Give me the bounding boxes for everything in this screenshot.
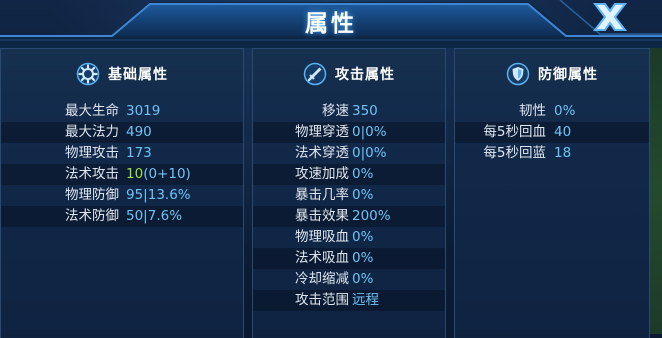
attr-row-physical-lifesteal: 物理吸血 0%: [253, 227, 445, 248]
attack-attributes-header: 攻击属性: [253, 61, 445, 87]
defense-attributes-header: 防御属性: [455, 61, 649, 87]
attr-label: 物理防御: [65, 187, 119, 203]
attr-row-move-speed: 移速 350: [253, 101, 445, 122]
attr-row-magic-attack: 法术攻击 10(0+10): [1, 164, 243, 185]
attr-row-crit-chance: 暴击几率 0%: [253, 185, 445, 206]
attr-value: 0%: [352, 271, 374, 287]
attr-value: 0%: [352, 229, 374, 245]
attr-label: 暴击几率: [295, 187, 349, 203]
attr-value: 0%: [352, 166, 374, 182]
attr-value-bonus: (0+10): [143, 166, 191, 182]
attr-row-attack-speed: 攻速加成 0%: [253, 164, 445, 185]
attr-value: 远程: [352, 292, 379, 308]
attr-label: 暴击效果: [295, 208, 349, 224]
attr-row-magic-lifesteal: 法术吸血 0%: [253, 248, 445, 269]
defense-attributes-list: 韧性 0% 每5秒回血 40 每5秒回蓝 18: [455, 101, 649, 164]
attr-label: 每5秒回蓝: [483, 145, 546, 161]
attr-value: 350: [352, 103, 378, 119]
defense-attributes-title: 防御属性: [538, 67, 598, 83]
attr-value: 0%: [352, 250, 374, 266]
attr-row-mana-regen: 每5秒回蓝 18: [455, 143, 649, 164]
attr-row-max-mana: 最大法力 490: [1, 122, 243, 143]
title-bar: 属性: [0, 0, 662, 48]
defense-attributes-panel: 防御属性 韧性 0% 每5秒回血 40 每5秒回蓝 18: [454, 48, 650, 338]
attr-value: 18: [554, 145, 572, 161]
attack-attributes-title: 攻击属性: [335, 67, 395, 83]
attr-label: 韧性: [519, 103, 546, 119]
attack-attributes-panel: 攻击属性 移速 350 物理穿透 0|0% 法术穿透 0|0% 攻速加成 0% …: [252, 48, 446, 338]
attr-row-physical-penetration: 物理穿透 0|0%: [253, 122, 445, 143]
basic-attributes-list: 最大生命 3019 最大法力 490 物理攻击 173 法术攻击 10(0+10…: [1, 101, 243, 227]
basic-attributes-panel: 基础属性 最大生命 3019 最大法力 490 物理攻击 173 法术攻击 10…: [0, 48, 244, 338]
attr-label: 最大法力: [65, 124, 119, 140]
attr-value: 200%: [352, 208, 391, 224]
attr-row-physical-defense: 物理防御 95|13.6%: [1, 185, 243, 206]
close-x-icon: [592, 3, 628, 31]
attr-label: 法术穿透: [295, 145, 349, 161]
background-scenery-edge: [650, 48, 662, 334]
attr-row-tenacity: 韧性 0%: [455, 101, 649, 122]
attr-row-hp-regen: 每5秒回血 40: [455, 122, 649, 143]
shield-icon: [506, 62, 530, 86]
basic-attributes-header: 基础属性: [1, 61, 243, 87]
attr-value: 50|7.6%: [126, 208, 183, 224]
attr-value: 95|13.6%: [126, 187, 191, 203]
attr-row-physical-attack: 物理攻击 173: [1, 143, 243, 164]
close-button[interactable]: [575, 0, 645, 36]
sword-icon: [303, 62, 327, 86]
attr-value: 10(0+10): [126, 164, 191, 185]
attr-value: 0%: [554, 103, 576, 119]
attr-label: 每5秒回血: [483, 124, 546, 140]
attr-value: 40: [554, 124, 572, 140]
attack-attributes-list: 移速 350 物理穿透 0|0% 法术穿透 0|0% 攻速加成 0% 暴击几率 …: [253, 101, 445, 311]
attr-value: 3019: [126, 103, 161, 119]
attr-label: 法术吸血: [295, 250, 349, 266]
attr-value: 173: [126, 145, 152, 161]
attr-value: 490: [126, 124, 152, 140]
gear-icon: [76, 62, 100, 86]
attr-row-magic-penetration: 法术穿透 0|0%: [253, 143, 445, 164]
attr-label: 物理吸血: [295, 229, 349, 245]
attr-value: 0|0%: [352, 145, 387, 161]
attr-row-attack-range: 攻击范围 远程: [253, 290, 445, 311]
attr-label: 物理穿透: [295, 124, 349, 140]
attr-value: 0|0%: [352, 124, 387, 140]
basic-attributes-title: 基础属性: [108, 67, 168, 83]
attr-label: 法术攻击: [65, 166, 119, 182]
attr-value-main: 10: [126, 166, 144, 182]
attr-label: 物理攻击: [65, 145, 119, 161]
attr-label: 最大生命: [65, 103, 119, 119]
attr-label: 移速: [322, 103, 349, 119]
attr-row-magic-defense: 法术防御 50|7.6%: [1, 206, 243, 227]
attr-row-crit-damage: 暴击效果 200%: [253, 206, 445, 227]
attr-label: 攻击范围: [295, 292, 349, 308]
page-title: 属性: [305, 11, 357, 37]
attr-label: 攻速加成: [295, 166, 349, 182]
attr-label: 法术防御: [65, 208, 119, 224]
attr-row-cooldown-reduction: 冷却缩减 0%: [253, 269, 445, 290]
attr-row-max-hp: 最大生命 3019: [1, 101, 243, 122]
attr-value: 0%: [352, 187, 374, 203]
attr-label: 冷却缩减: [295, 271, 349, 287]
